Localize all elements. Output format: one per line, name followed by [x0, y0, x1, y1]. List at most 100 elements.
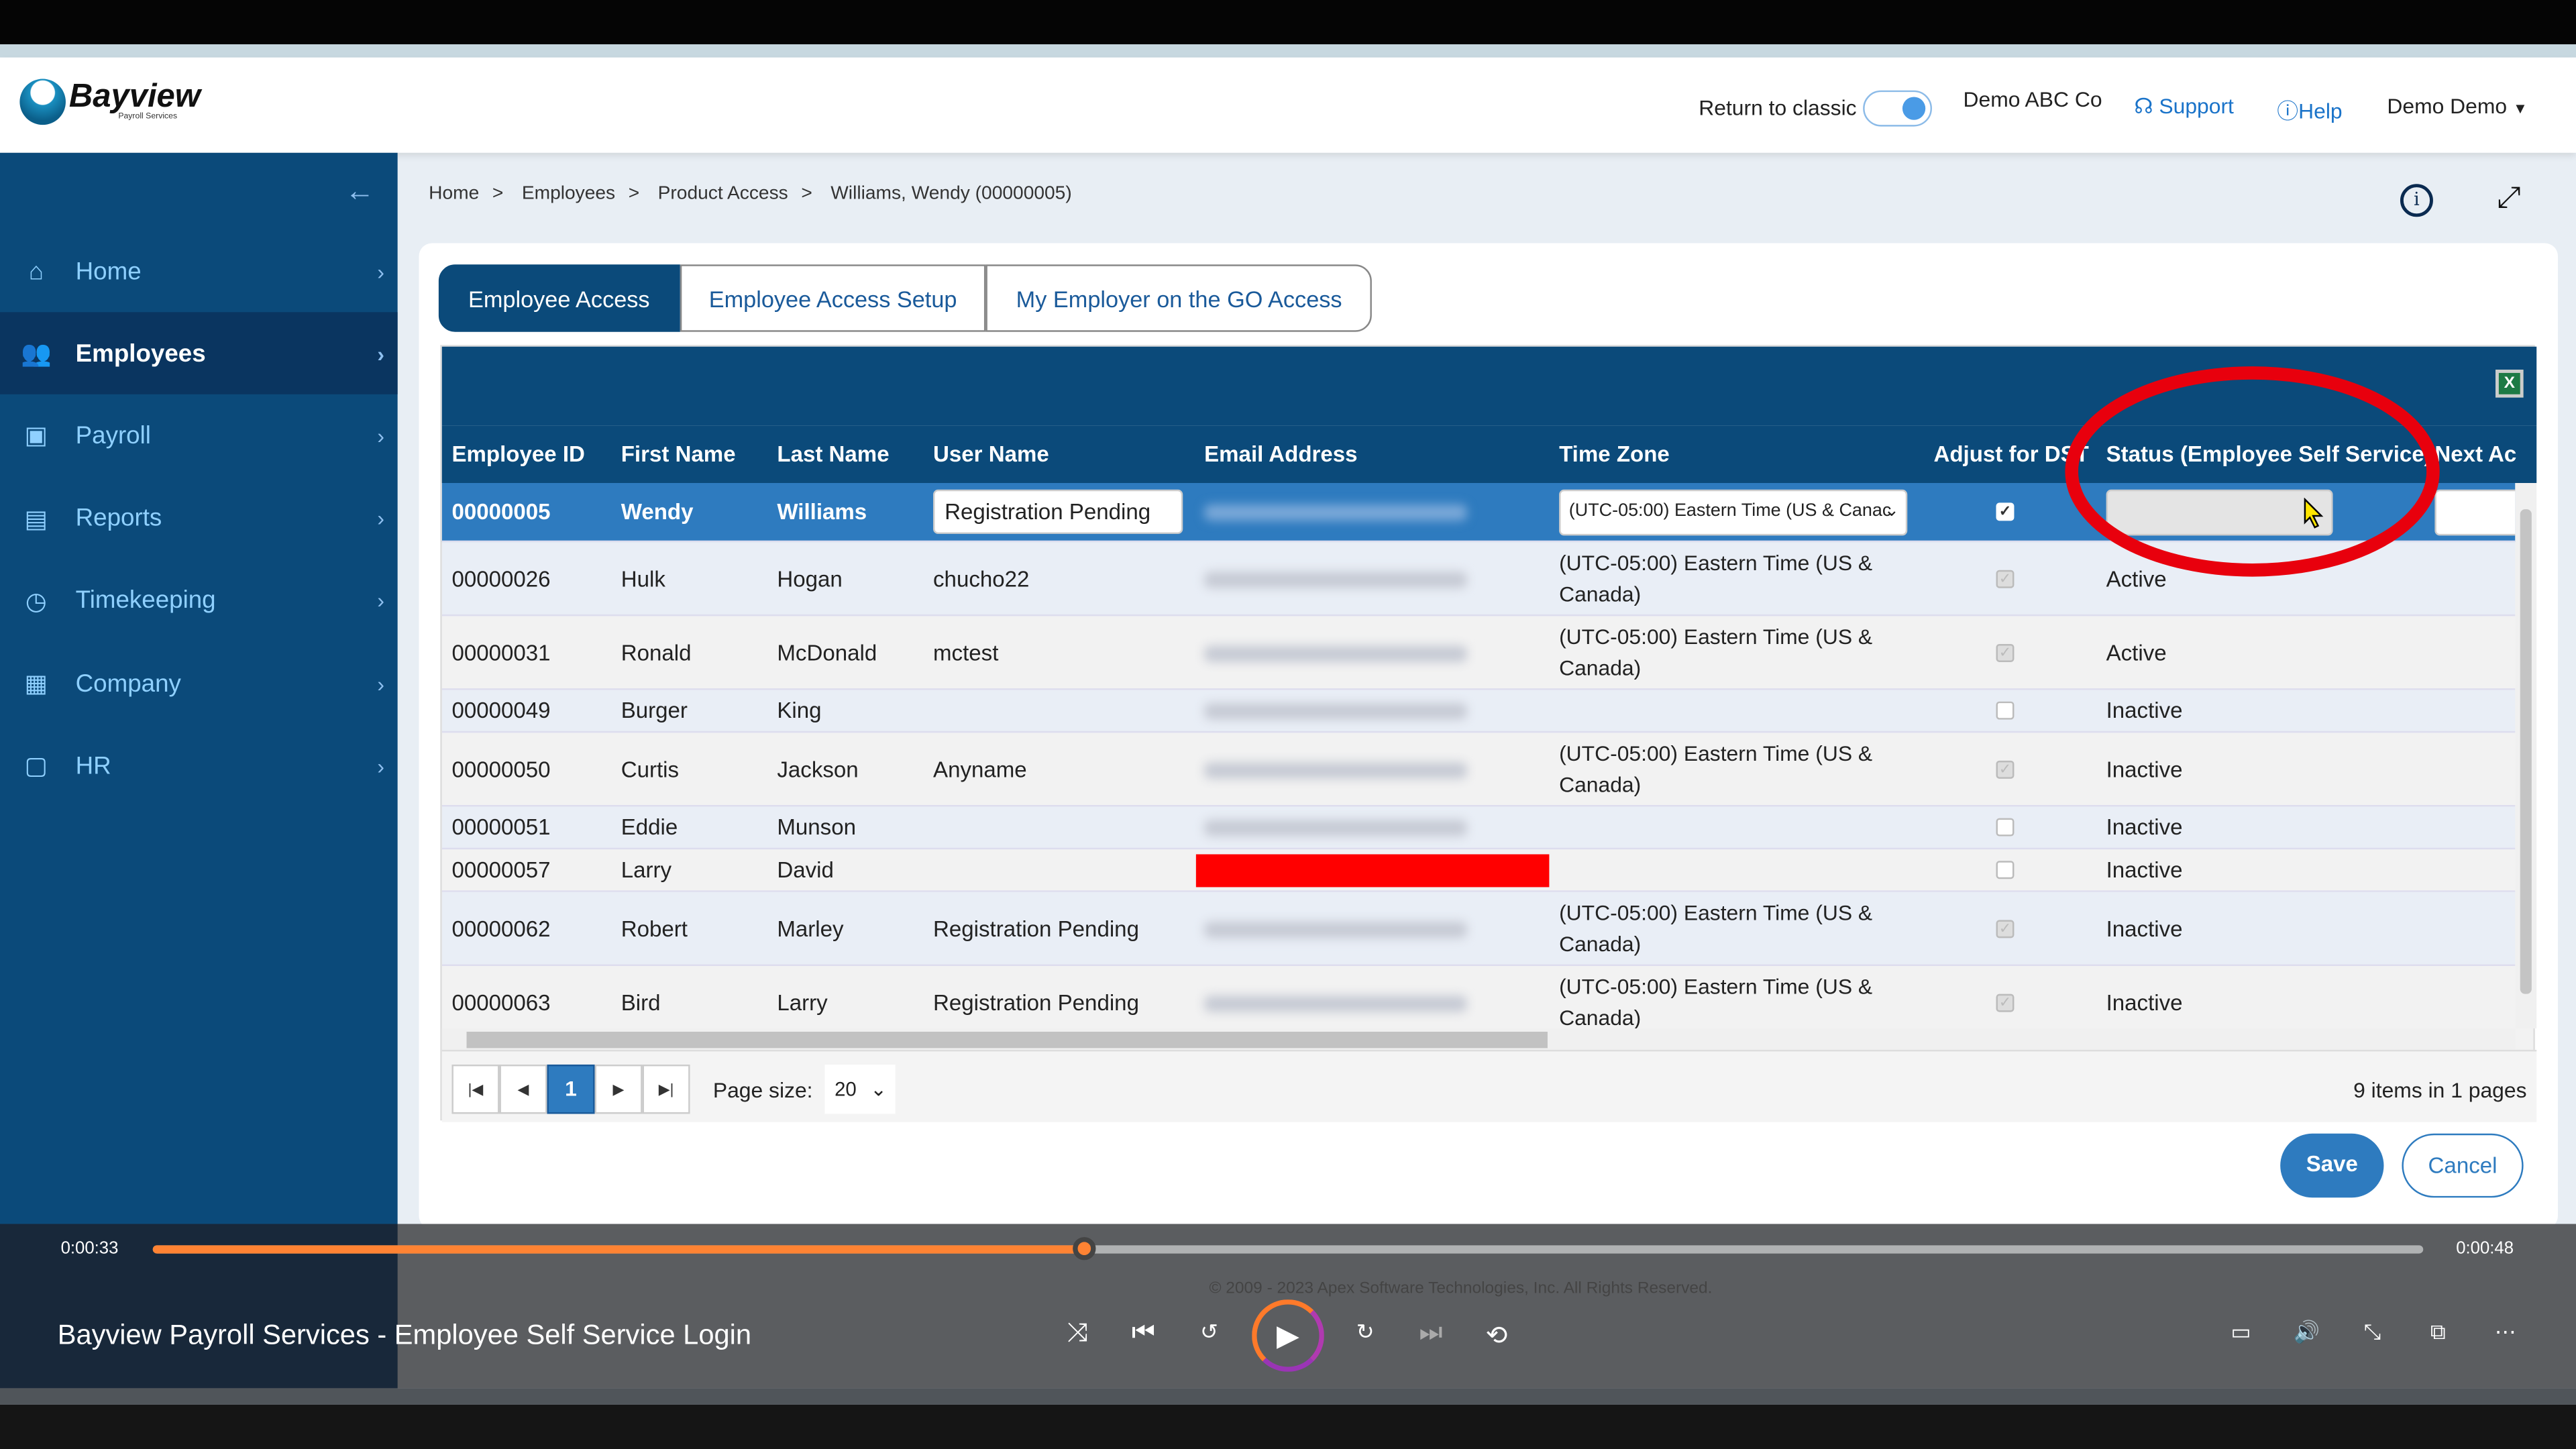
- last-name: Larry: [777, 989, 828, 1015]
- horizontal-scrollbar[interactable]: [441, 1028, 2516, 1050]
- copyright-text: © 2009 - 2023 Apex Software Technologies…: [1209, 1279, 1713, 1298]
- email-redacted: [1204, 703, 1467, 720]
- sidebar-item-hr[interactable]: ▢ HR ›: [0, 724, 398, 806]
- adjust-dst-checkbox[interactable]: ✓: [1996, 502, 2015, 521]
- scroll-thumb[interactable]: [466, 1031, 1548, 1049]
- sidebar-item-label: Timekeeping: [75, 587, 216, 615]
- first-page-button[interactable]: |◀: [451, 1064, 500, 1114]
- breadcrumb-product-access[interactable]: Product Access: [658, 184, 788, 203]
- column-header[interactable]: Employee ID: [451, 442, 584, 467]
- table-row[interactable]: 00000031 Ronald McDonald mctest (UTC-05:00…: [441, 616, 2516, 690]
- return-classic-toggle[interactable]: [1863, 90, 1933, 127]
- vertical-scrollbar[interactable]: [2515, 483, 2537, 1029]
- tab-bar: Employee Access Employee Access Setup My…: [438, 264, 1372, 332]
- company-name[interactable]: Demo ABC Co: [1964, 87, 2102, 112]
- play-button[interactable]: ▶: [1252, 1299, 1324, 1372]
- chevron-down-icon: ⌄: [1884, 500, 1900, 521]
- tab-my-employer-on-the-go[interactable]: My Employer on the GO Access: [986, 264, 1372, 332]
- column-header[interactable]: Time Zone: [1559, 442, 1670, 467]
- mouse-cursor-icon: [2304, 498, 2324, 529]
- next-page-button[interactable]: ▶: [594, 1064, 643, 1114]
- help-link[interactable]: ⓘHelp: [2277, 94, 2342, 125]
- column-header[interactable]: Email Address: [1204, 442, 1357, 467]
- info-icon[interactable]: i: [2400, 184, 2433, 217]
- adjust-dst-checkbox[interactable]: ✓: [1996, 759, 2015, 778]
- top-black-bar: [0, 0, 2576, 45]
- previous-icon[interactable]: ⏮: [1124, 1320, 1163, 1349]
- exit-fullscreen-icon[interactable]: ⤡: [2353, 1320, 2392, 1346]
- sidebar-item-employees[interactable]: 👥 Employees ›: [0, 312, 398, 395]
- rewind-10-icon[interactable]: ↺: [1189, 1320, 1229, 1346]
- shuffle-icon[interactable]: ⤨: [1058, 1320, 1097, 1349]
- bayview-logo[interactable]: Bayview Payroll Services: [19, 78, 201, 125]
- sidebar-item-reports[interactable]: ▤ Reports ›: [0, 478, 398, 559]
- save-button[interactable]: Save: [2280, 1133, 2384, 1198]
- status: Inactive: [2106, 857, 2183, 883]
- scroll-thumb[interactable]: [2520, 509, 2532, 994]
- forward-30-icon[interactable]: ↻: [1346, 1320, 1385, 1346]
- time-zone-select[interactable]: (UTC-05:00) Eastern Time (US & Canac ⌄: [1559, 489, 1908, 536]
- page-button[interactable]: 1: [547, 1064, 595, 1114]
- user-name: Registration Pending: [933, 916, 1139, 941]
- column-header[interactable]: User Name: [933, 442, 1049, 467]
- next-icon[interactable]: ⏭: [1411, 1320, 1451, 1349]
- collapse-sidebar-arrow-icon[interactable]: ←: [345, 174, 374, 209]
- table-row[interactable]: 00000063 Bird Larry Registration Pending (…: [442, 966, 2516, 1028]
- page-size-select[interactable]: 20 ⌄: [824, 1064, 896, 1114]
- sidebar-item-company[interactable]: ▦ Company ›: [0, 643, 398, 724]
- repeat-off-icon[interactable]: ⟲: [1477, 1320, 1517, 1352]
- adjust-dst-checkbox[interactable]: ✓: [1996, 919, 2015, 938]
- excel-export-icon[interactable]: X: [2496, 370, 2524, 398]
- volume-icon[interactable]: 🔊: [2287, 1320, 2326, 1346]
- user-menu[interactable]: Demo Demo ▼: [2387, 94, 2527, 119]
- breadcrumb-home[interactable]: Home: [429, 184, 479, 203]
- employee-id: 00000031: [451, 639, 551, 665]
- table-row[interactable]: 00000050 Curtis Jackson Anyname (UTC-05:00…: [441, 733, 2516, 807]
- email-redacted: [1204, 571, 1467, 588]
- more-options-icon[interactable]: ⋯: [2485, 1320, 2525, 1346]
- column-header[interactable]: First Name: [621, 442, 736, 467]
- table-row[interactable]: 00000062 Robert Marley Registration Pendi…: [441, 892, 2516, 967]
- red-annotation-circle: [2065, 366, 2440, 577]
- question-circle-icon: ⓘ: [2277, 98, 2299, 123]
- cancel-button[interactable]: Cancel: [2402, 1133, 2524, 1198]
- table-row[interactable]: 00000051 Eddie Munson Inactive: [441, 806, 2516, 850]
- prev-page-button[interactable]: ◀: [499, 1064, 547, 1114]
- first-name: Ronald: [621, 639, 692, 665]
- first-name: Robert: [621, 916, 688, 941]
- status: Inactive: [2106, 916, 2183, 941]
- tab-employee-access[interactable]: Employee Access: [438, 264, 680, 332]
- clock-icon: ◷: [25, 588, 47, 616]
- sidebar-item-payroll[interactable]: ▣ Payroll ›: [0, 395, 398, 477]
- table-row[interactable]: 00000049 Burger King Inactive: [441, 690, 2516, 733]
- expand-icon[interactable]: ⤢: [2497, 180, 2520, 215]
- breadcrumb-separator: >: [628, 184, 640, 204]
- home-icon: ⌂: [28, 257, 44, 285]
- sidebar-item-timekeeping[interactable]: ◷ Timekeeping ›: [0, 560, 398, 642]
- adjust-dst-checkbox[interactable]: [1996, 818, 2015, 837]
- email-redacted: [1204, 920, 1467, 938]
- logo-wave-icon: [19, 78, 66, 125]
- tab-employee-access-setup[interactable]: Employee Access Setup: [679, 264, 987, 332]
- last-name: David: [777, 857, 834, 883]
- table-row[interactable]: 00000057 Larry David Inactive: [441, 849, 2516, 892]
- adjust-dst-checkbox[interactable]: ✓: [1996, 569, 2015, 588]
- last-page-button[interactable]: ▶|: [642, 1064, 690, 1114]
- adjust-dst-checkbox[interactable]: [1996, 701, 2015, 720]
- breadcrumb-employees[interactable]: Employees: [522, 184, 615, 203]
- user-name-input[interactable]: Registration Pending: [933, 489, 1183, 534]
- support-link[interactable]: ☊ Support: [2134, 94, 2234, 120]
- chevron-right-icon: ›: [377, 506, 385, 531]
- email-redaction-box: [1195, 854, 1550, 888]
- seek-bar[interactable]: [152, 1237, 2424, 1260]
- adjust-dst-checkbox[interactable]: ✓: [1996, 993, 2015, 1012]
- captions-icon[interactable]: ▭: [2221, 1320, 2261, 1346]
- time-zone: (UTC-05:00) Eastern Time (US & Canada): [1559, 740, 1873, 796]
- seek-handle[interactable]: [1072, 1237, 1095, 1260]
- adjust-dst-checkbox[interactable]: ✓: [1996, 643, 2015, 661]
- adjust-dst-checkbox[interactable]: [1996, 861, 2015, 879]
- mini-player-icon[interactable]: ⧉: [2418, 1320, 2458, 1346]
- column-header[interactable]: Last Name: [777, 442, 889, 467]
- sidebar-item-home[interactable]: ⌂ Home ›: [0, 230, 398, 312]
- employee-id: 00000026: [451, 566, 551, 591]
